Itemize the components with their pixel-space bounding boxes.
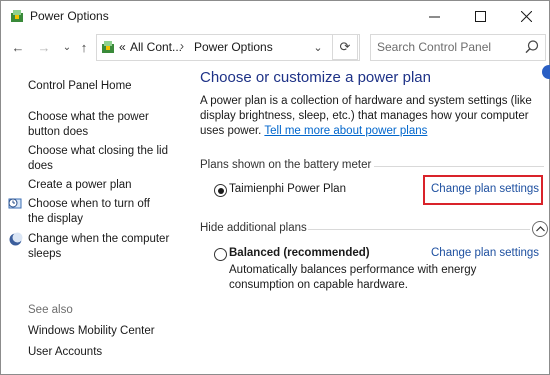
address-overflow-icon[interactable]: « [119, 40, 126, 54]
page-description: A power plan is a collection of hardware… [200, 94, 545, 139]
hide-additional-plans-label: Hide additional plans [200, 222, 307, 234]
left-navigation-pane: Control Panel Home Choose what the power… [1, 63, 187, 374]
battery-meter-section-label: Plans shown on the battery meter [200, 159, 372, 171]
section-divider [374, 166, 544, 167]
forward-arrow-icon: → [37, 39, 51, 55]
close-button[interactable] [503, 1, 549, 31]
main-content: Choose or customize a power plan A power… [187, 63, 549, 374]
back-button[interactable]: ← [10, 39, 26, 55]
search-input[interactable]: Search Control Panel [370, 34, 546, 61]
plan-radio-taimienphi[interactable] [214, 184, 227, 197]
sidebar-item-control-panel-home[interactable]: Control Panel Home [28, 79, 132, 94]
plan-name-taimienphi[interactable]: Taimienphi Power Plan [229, 183, 346, 195]
search-placeholder: Search Control Panel [377, 40, 492, 54]
minimize-icon [428, 16, 440, 17]
section-divider [308, 229, 530, 230]
chevron-up-icon [535, 226, 545, 232]
back-arrow-icon: ← [11, 39, 25, 55]
control-panel-icon [102, 41, 114, 53]
sidebar-item-create-power-plan[interactable]: Create a power plan [28, 178, 132, 193]
maximize-button[interactable] [457, 1, 503, 31]
power-options-window: Power Options ← → ⌄ ↑ « All Cont... › Po… [0, 0, 550, 375]
plan-radio-balanced[interactable] [214, 248, 227, 261]
close-icon [520, 10, 532, 22]
minimize-button[interactable] [411, 1, 457, 31]
sidebar-item-turn-off-display[interactable]: Choose when to turn off the display [28, 197, 168, 227]
recent-locations-button[interactable]: ⌄ [59, 39, 75, 55]
up-arrow-icon: ↑ [80, 39, 88, 55]
moon-icon [9, 232, 23, 246]
refresh-button[interactable]: ⟳ [332, 34, 358, 60]
see-also-label: See also [28, 304, 73, 316]
plan-description-balanced: Automatically balances performance with … [229, 264, 477, 291]
display-clock-icon [8, 198, 22, 209]
search-icon [525, 40, 539, 54]
title-bar: Power Options [1, 1, 549, 31]
power-options-app-icon [11, 10, 23, 22]
breadcrumb-power-options[interactable]: Power Options [194, 40, 273, 54]
highlight-box [423, 175, 543, 205]
address-bar[interactable]: « All Cont... › Power Options ⌄ [96, 34, 360, 61]
breadcrumb-separator-icon: › [180, 39, 184, 53]
collapse-section-button[interactable] [532, 221, 548, 237]
sidebar-item-closing-lid[interactable]: Choose what closing the lid does [28, 144, 168, 174]
see-also-user-accounts[interactable]: User Accounts [28, 345, 102, 360]
up-button[interactable]: ↑ [76, 39, 92, 55]
change-plan-settings-link-balanced[interactable]: Change plan settings [431, 247, 539, 259]
scroll-indicator [542, 65, 550, 79]
chevron-down-icon: ⌄ [313, 41, 323, 54]
breadcrumb-all-control-panel[interactable]: All Cont... [130, 40, 182, 54]
learn-more-link[interactable]: Tell me more about power plans [264, 125, 427, 137]
window-title: Power Options [30, 9, 109, 23]
address-dropdown-button[interactable]: ⌄ [310, 39, 326, 55]
refresh-icon: ⟳ [339, 39, 351, 54]
chevron-down-icon: ⌄ [62, 41, 72, 53]
plan-name-balanced[interactable]: Balanced (recommended) [229, 247, 370, 259]
see-also-mobility-center[interactable]: Windows Mobility Center [28, 324, 155, 339]
forward-button[interactable]: → [36, 39, 52, 55]
sidebar-item-computer-sleeps[interactable]: Change when the computer sleeps [28, 232, 178, 262]
page-title: Choose or customize a power plan [200, 69, 431, 86]
maximize-icon [474, 10, 486, 22]
sidebar-item-power-button[interactable]: Choose what the power button does [28, 110, 183, 140]
